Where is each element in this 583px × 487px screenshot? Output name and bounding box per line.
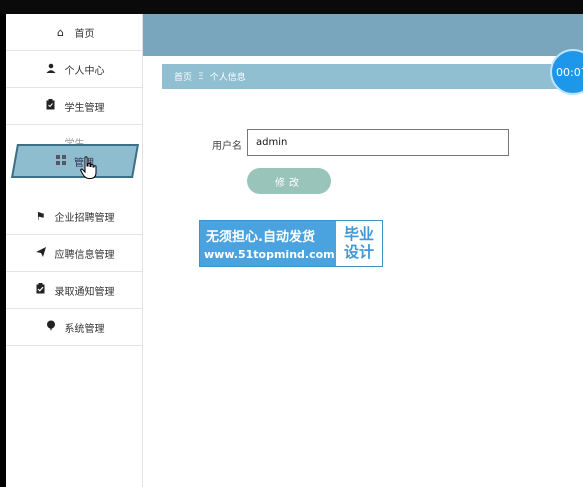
sidebar-item-label: 个人中心 [64,65,105,77]
sidebar-item-label: 应聘信息管理 [54,249,115,261]
username-label: 用户名 [212,141,242,152]
breadcrumb: 首页 Ξ 个人信息 [162,64,583,89]
clipboard-icon [45,99,57,113]
sidebar-item-label: 企业招聘管理 [54,212,115,224]
grid-icon [56,154,66,168]
pin-icon [45,320,57,334]
sidebar-item-admissions[interactable]: 录取通知管理 [6,272,143,309]
sidebar-item-students[interactable]: 学生管理 [6,88,143,125]
main-header-bar [143,14,583,56]
top-black-bar [0,0,583,14]
user-icon [45,63,57,76]
sidebar-item-profile[interactable]: 个人中心 [6,51,143,88]
sidebar-item-label: 系统管理 [64,323,105,335]
checklist-icon [35,283,47,297]
home-icon: ⌂ [57,25,64,39]
sidebar-item-active[interactable]: 管理 [11,144,139,178]
sidebar-item-label: 学生管理 [64,102,105,114]
watermark-slogan: 无须担心.自动发货 [206,230,315,245]
watermark-badge: 毕业 设计 [336,221,382,266]
sidebar-item-home[interactable]: ⌂ 首页 [6,14,143,51]
send-icon [35,246,47,260]
breadcrumb-home[interactable]: 首页 [174,70,192,83]
sidebar-item-label: 录取通知管理 [54,286,115,298]
flag-icon: ⚑ [35,209,46,223]
breadcrumb-separator: Ξ [198,71,204,82]
sidebar-item-label: 首页 [74,28,95,40]
hand-cursor-icon [80,156,97,179]
breadcrumb-current: 个人信息 [209,73,246,83]
watermark-banner: 无须担心.自动发货 www.51topmind.com 毕业 设计 [199,220,383,267]
modify-button[interactable]: 修改 [247,168,331,194]
sidebar-item-applications[interactable]: 应聘信息管理 [6,235,143,272]
watermark-url: www.51topmind.com [204,248,335,261]
sidebar: ⌂ 首页 个人中心 学生管理 学生 ⚑ 企业招聘管理 应聘信息管理 录取通知管理… [6,14,143,487]
sidebar-item-recruitment[interactable]: ⚑ 企业招聘管理 [6,198,143,235]
username-input[interactable] [247,129,509,156]
sidebar-item-system[interactable]: 系统管理 [6,309,143,346]
